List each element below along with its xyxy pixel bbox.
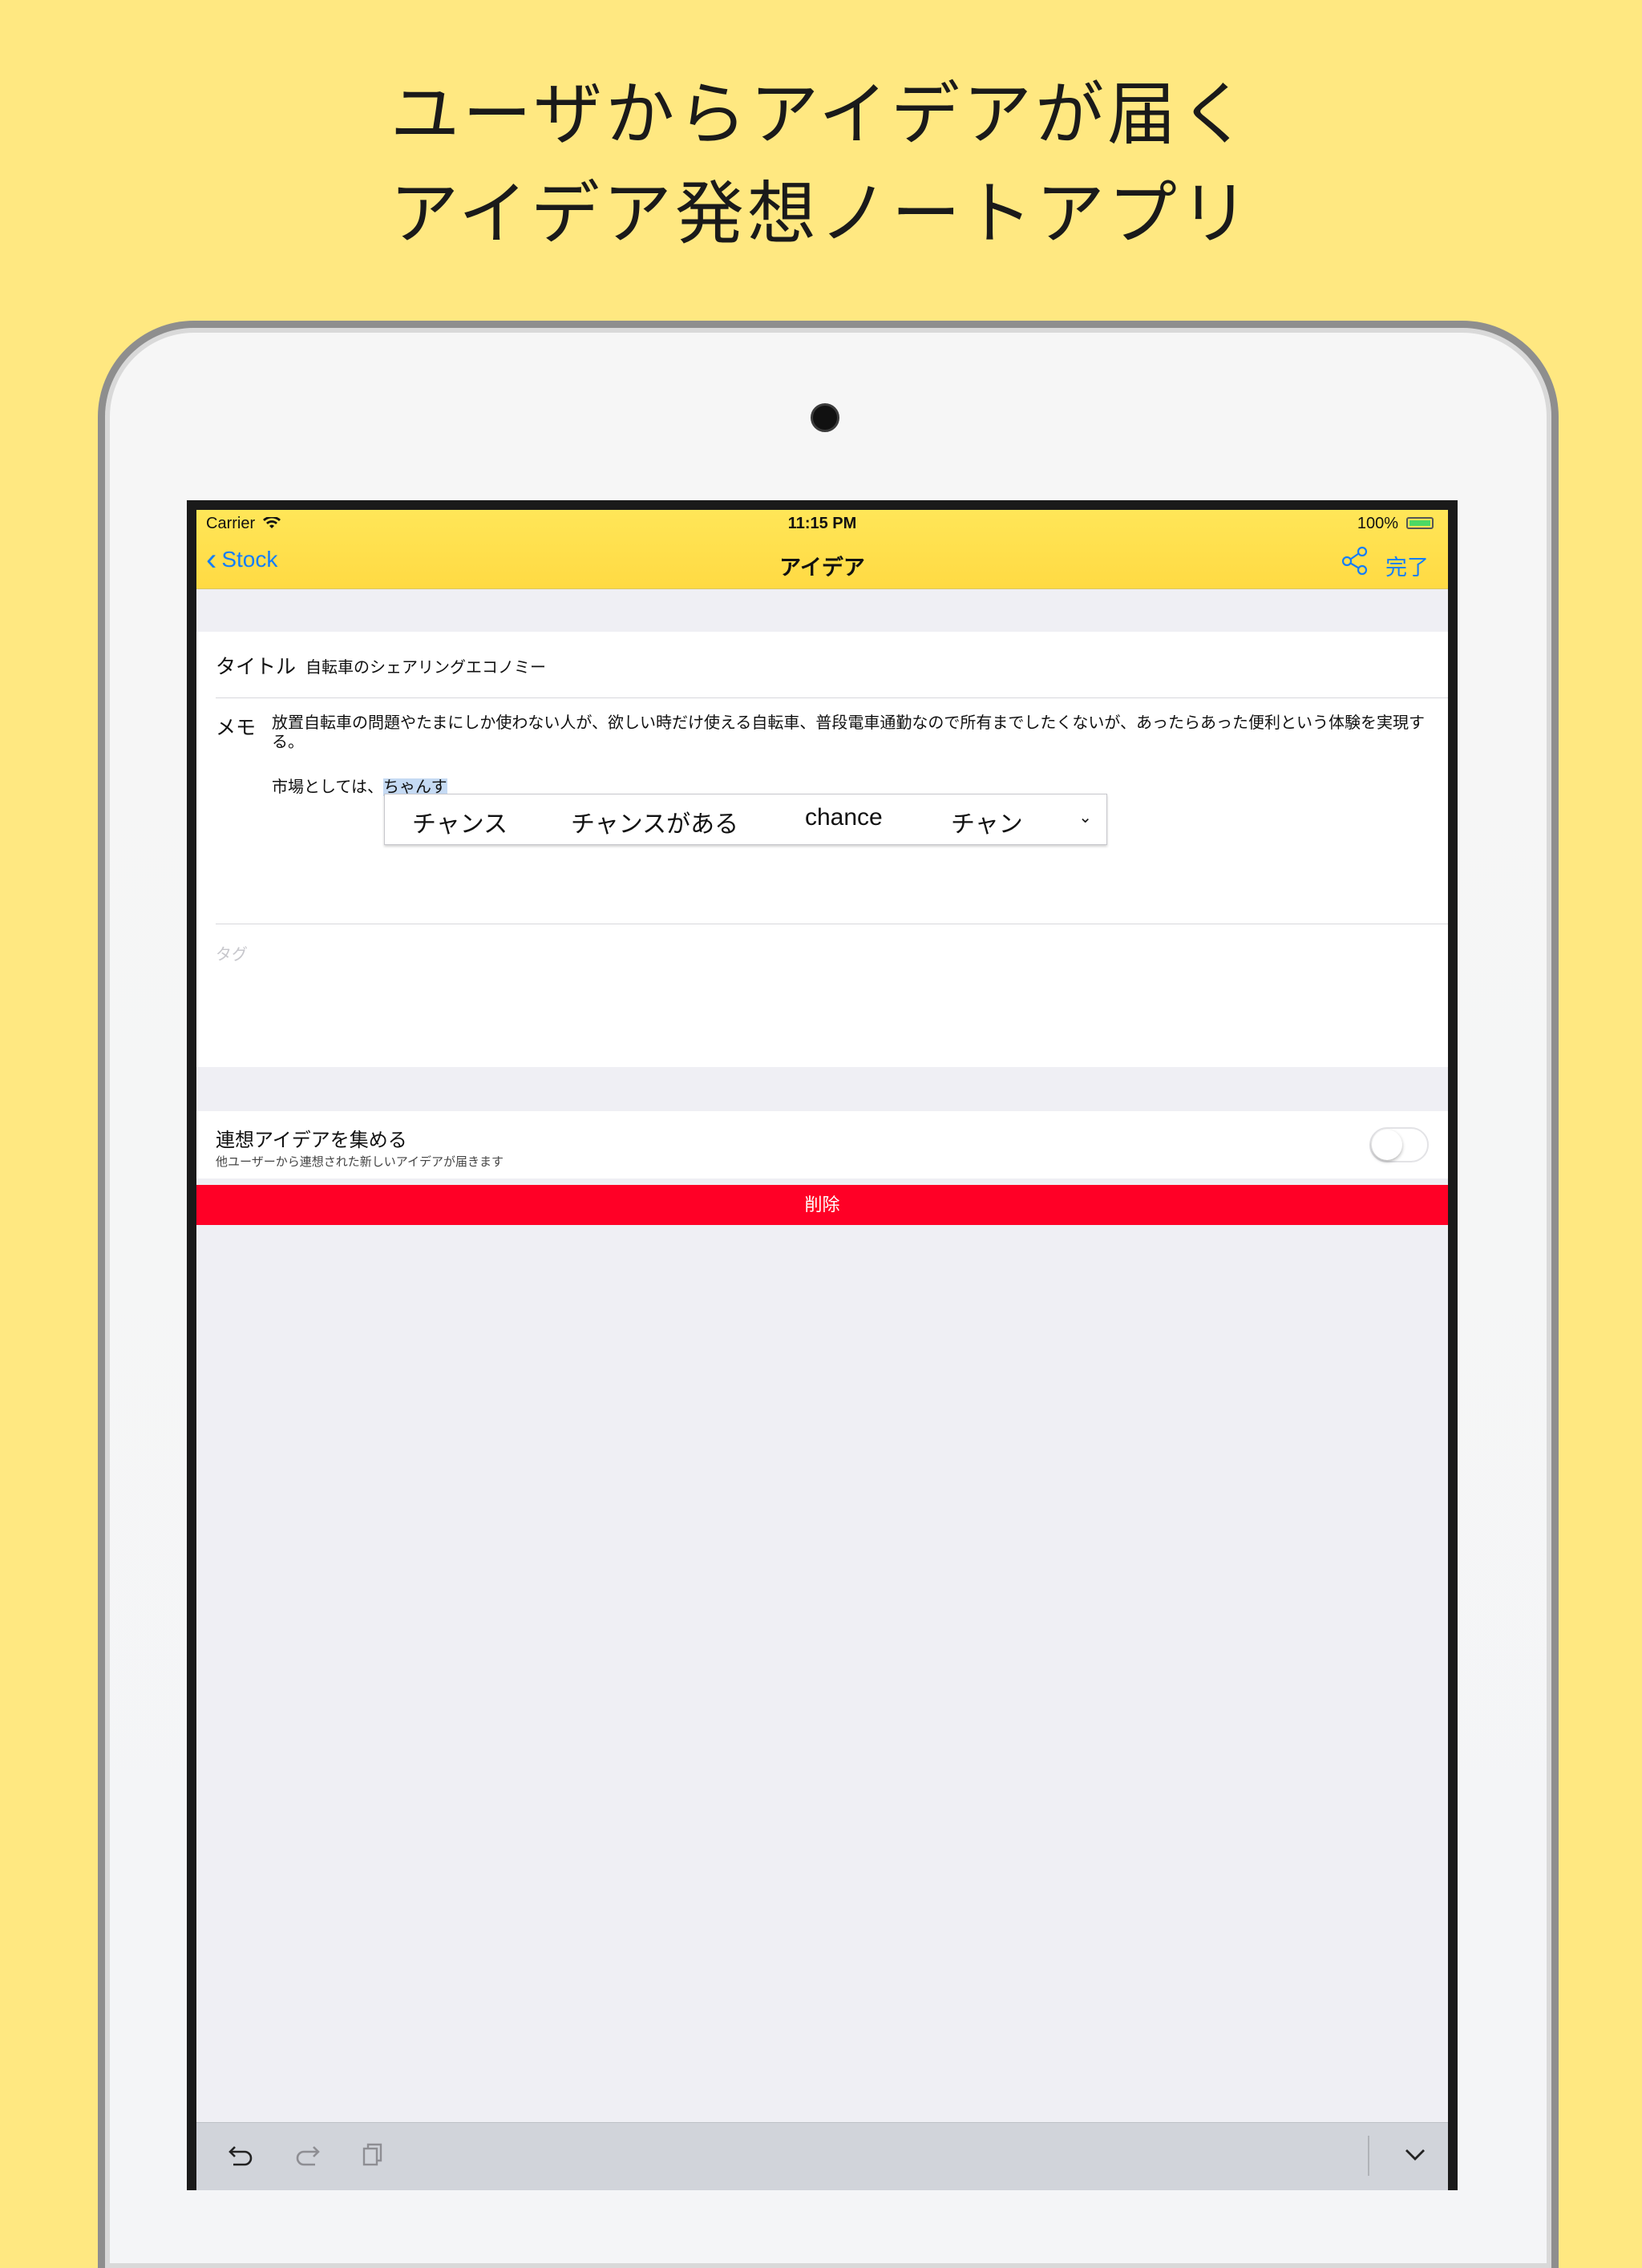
dismiss-keyboard-icon[interactable] (1399, 2139, 1431, 2171)
navigation-bar: Carrier 11:15 PM 100% ‹ Stock アイデア 完了 (196, 510, 1448, 589)
toggle-knob (1372, 1130, 1402, 1160)
tag-field[interactable]: タグ (196, 924, 1448, 1066)
collect-toggle[interactable] (1369, 1127, 1429, 1162)
share-icon[interactable] (1339, 545, 1371, 576)
chevron-down-icon[interactable]: ⌄ (1078, 807, 1092, 827)
redo-icon[interactable] (291, 2139, 323, 2171)
headline-line-1: ユーザからアイデアが届く (390, 75, 1252, 155)
done-button[interactable]: 完了 (1385, 550, 1429, 581)
clock: 11:15 PM (787, 515, 857, 532)
title-field[interactable]: 自転車のシェアリングエコノミー (305, 654, 546, 677)
battery-percent: 100% (1357, 515, 1398, 532)
undo-icon[interactable] (225, 2139, 257, 2171)
memo-field[interactable]: 放置自転車の問題やたまにしか使わない人が、欲しい時だけ使える自転車、普段電車通勤… (272, 714, 1426, 752)
collect-ideas-row: 連想アイデアを集める 他ユーザーから連想された新しいアイデアが届きます (196, 1111, 1448, 1178)
app-display: Carrier 11:15 PM 100% ‹ Stock アイデア 完了 タイ… (196, 510, 1448, 2190)
memo-prefix: 市場としては、 (272, 778, 383, 796)
battery-icon (1406, 517, 1434, 529)
paste-icon[interactable] (357, 2139, 389, 2171)
collect-subtitle: 他ユーザーから連想された新しいアイデアが届きます (216, 1155, 504, 1169)
candidate-item[interactable]: チャンス (412, 804, 508, 839)
tag-placeholder: タグ (216, 946, 248, 964)
delete-button[interactable]: 削除 (196, 1185, 1448, 1225)
keyboard-shortcut-bar (196, 2122, 1448, 2190)
candidate-item[interactable]: chance (805, 804, 883, 831)
divider (1368, 2136, 1369, 2176)
divider (216, 697, 1448, 698)
candidate-item[interactable]: チャンスがある (571, 804, 738, 839)
ime-candidate-bar: チャンス チャンスがある chance チャン ⌄ (384, 794, 1107, 845)
title-label: タイトル (216, 656, 297, 678)
ipad-screen: Carrier 11:15 PM 100% ‹ Stock アイデア 完了 タイ… (187, 500, 1458, 2190)
headline-line-2: アイデア発想ノートアプリ (390, 174, 1252, 254)
memo-label: メモ (216, 717, 257, 739)
idea-form: タイトル 自転車のシェアリングエコノミー メモ 放置自転車の問題やたまにしか使わ… (196, 632, 1448, 1067)
candidate-item[interactable]: チャン (951, 804, 1023, 839)
collect-title: 連想アイデアを集める (216, 1130, 407, 1151)
camera-icon (811, 403, 839, 432)
page-title: アイデア (779, 556, 865, 580)
